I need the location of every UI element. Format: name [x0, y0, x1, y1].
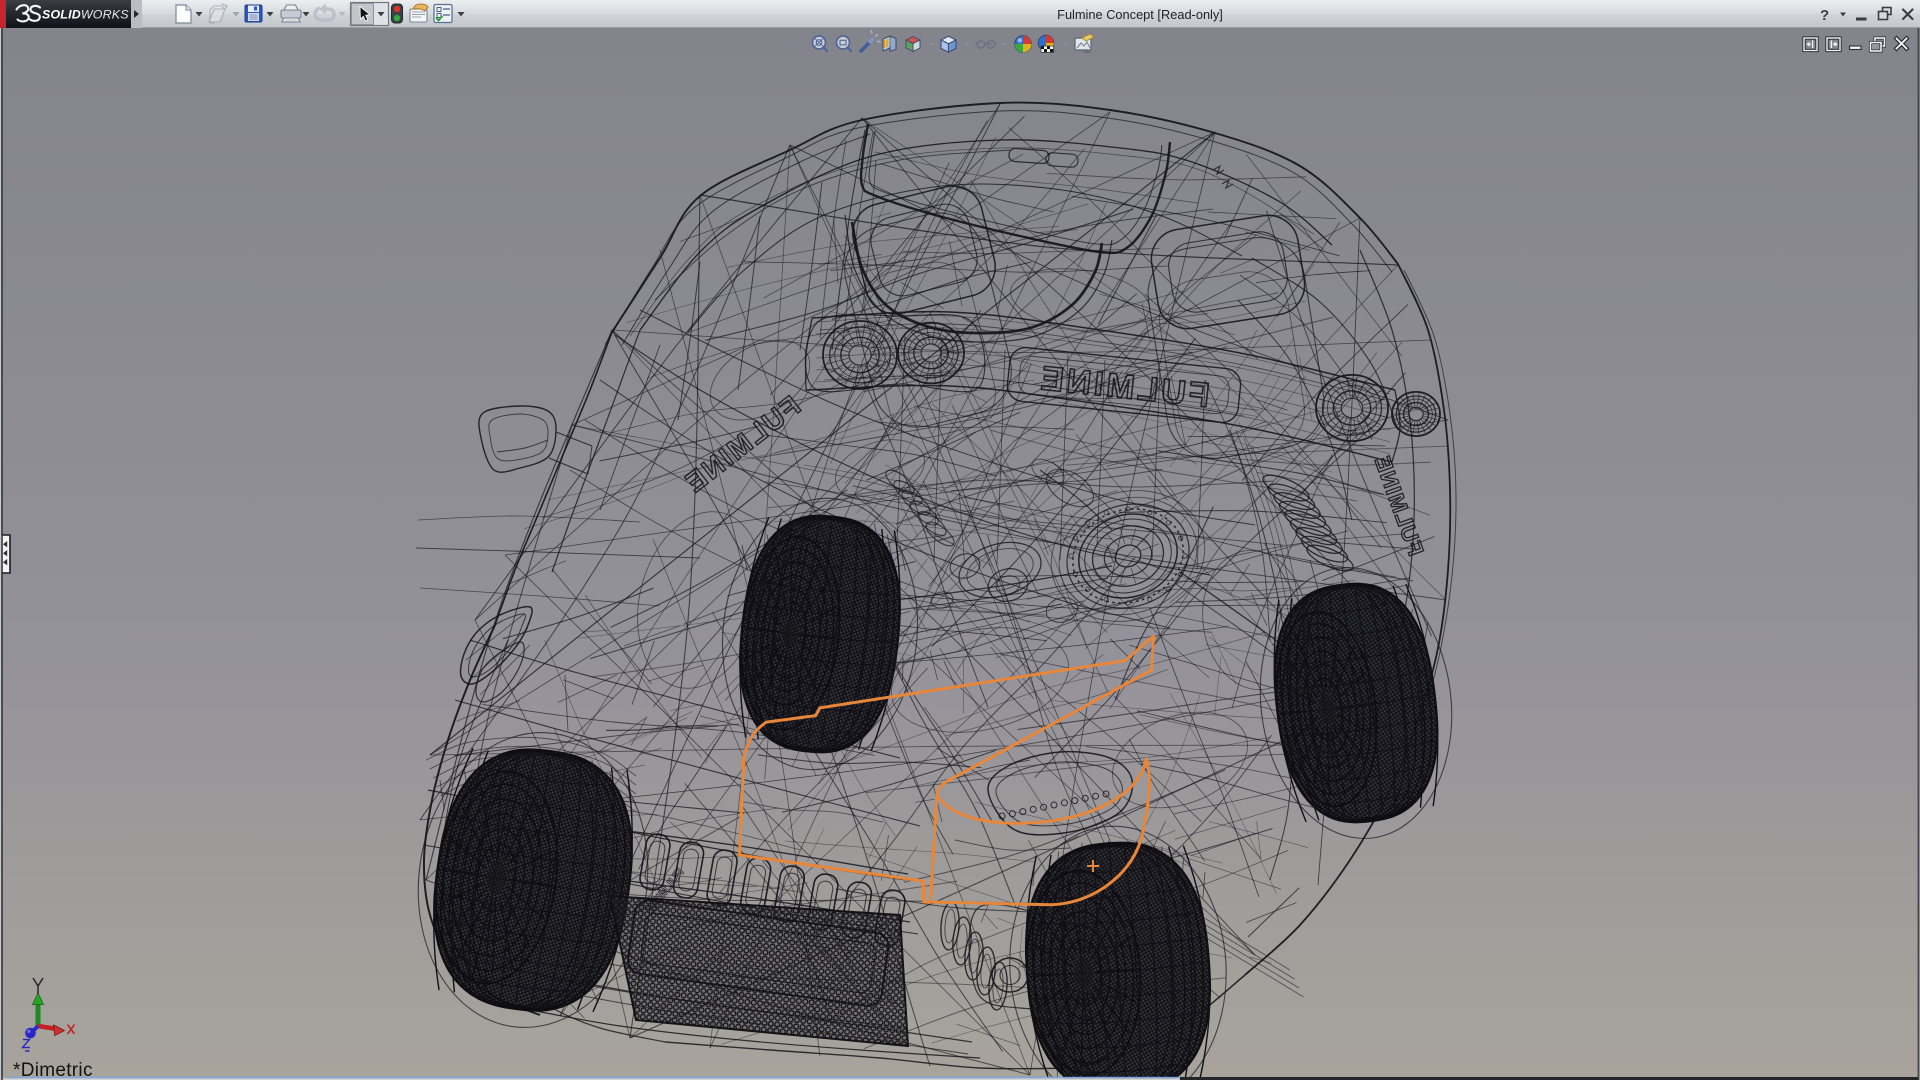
svg-text:SOLIDWORKS: SOLIDWORKS	[42, 8, 129, 22]
svg-text:Fulmine Concept [Read-only]: Fulmine Concept [Read-only]	[1057, 7, 1223, 22]
svg-text:?: ?	[1820, 7, 1829, 24]
